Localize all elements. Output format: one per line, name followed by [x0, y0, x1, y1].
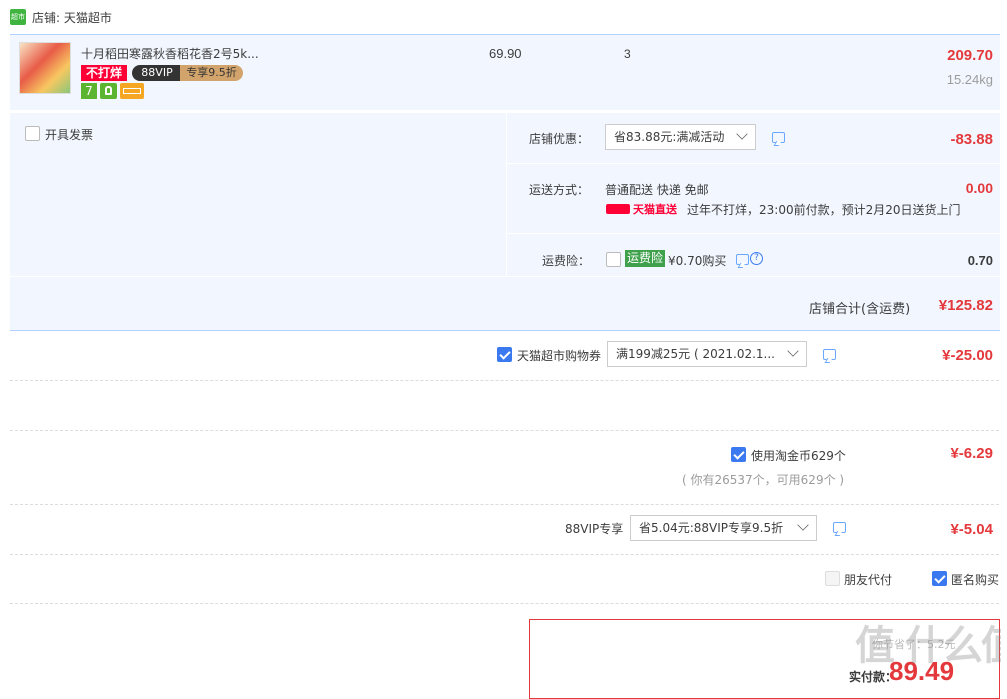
- tmall-logo-icon: [606, 204, 630, 214]
- vip-value: 省5.04元:88VIP专享9.5折: [639, 521, 784, 535]
- friend-pay-checkbox[interactable]: [825, 571, 840, 586]
- coupon-select[interactable]: 满199减25元 ( 2021.02.1...: [607, 341, 807, 367]
- watermark-logo: 值 什么值得买: [855, 623, 1001, 669]
- chevron-down-icon: [797, 519, 809, 531]
- freight-insurance-label: 运费险：: [542, 254, 591, 268]
- vip-label: 88VIP专享: [565, 522, 624, 536]
- options-divider-vertical: [506, 113, 507, 276]
- item-subtotal: 209.70: [947, 47, 993, 64]
- anonymous-label: 匿名购买: [951, 573, 1000, 587]
- message-icon[interactable]: [736, 254, 749, 265]
- seven-day-return-icon: 7: [81, 83, 97, 99]
- coupon-checkbox[interactable]: [497, 347, 512, 362]
- coupon-value: 满199减25元 ( 2021.02.1...: [616, 347, 776, 361]
- shop-discount-value: 省83.88元:满减活动: [614, 130, 725, 144]
- coupon-amount: ¥-25.00: [942, 347, 993, 364]
- invoice-label: 开具发票: [45, 128, 94, 142]
- delivery-method: 普通配送 快递 免邮: [605, 183, 709, 197]
- freight-insurance-badge: 运费险: [625, 250, 666, 267]
- quantity: 3: [624, 47, 631, 61]
- delivery-label: 运送方式：: [529, 183, 590, 197]
- vip-tag: 88VIP: [132, 65, 182, 81]
- divider: [10, 603, 999, 604]
- shop-total-label: 店铺合计(含运费): [809, 302, 911, 317]
- chevron-down-icon: [736, 128, 748, 140]
- tmall-direct-label: 天猫直送: [633, 203, 677, 216]
- message-icon[interactable]: [772, 132, 785, 143]
- freight-insurance-amount: 0.70: [967, 253, 993, 268]
- unit-price: 69.90: [489, 46, 522, 61]
- divider: [10, 554, 999, 555]
- shop-badge-icon: 超市: [10, 9, 26, 25]
- shop-name[interactable]: 店铺: 天猫超市: [32, 9, 112, 26]
- shop-discount-label: 店铺优惠：: [529, 132, 590, 146]
- divider: [507, 163, 1000, 164]
- freight-insurance-price: ¥0.70购买: [668, 254, 727, 268]
- vip-select[interactable]: 省5.04元:88VIP专享9.5折: [630, 515, 817, 541]
- divider: [10, 276, 1000, 277]
- friend-pay-label: 朋友代付: [844, 573, 893, 587]
- chevron-down-icon: [787, 345, 799, 357]
- help-icon[interactable]: ?: [750, 252, 763, 265]
- divider: [10, 380, 999, 381]
- item-weight: 15.24kg: [946, 72, 993, 87]
- vip-amount: ¥-5.04: [950, 521, 993, 538]
- delivery-note: 过年不打烊，23:00前付款，预计2月20日送货上门: [687, 203, 961, 217]
- vip-discount-tag: 专享9.5折: [180, 65, 243, 81]
- product-thumbnail[interactable]: [19, 42, 71, 94]
- coupon-label: 天猫超市购物券: [517, 349, 602, 363]
- delivery-amount: 0.00: [965, 180, 993, 196]
- divider: [507, 233, 1000, 234]
- coins-note: ( 你有26537个，可用629个 ): [682, 473, 845, 487]
- card-icon: [120, 83, 144, 99]
- divider: [10, 430, 999, 431]
- message-icon[interactable]: [823, 349, 836, 360]
- no-close-tag: 不打烊: [81, 65, 127, 81]
- shop-discount-amount: -83.88: [950, 131, 993, 148]
- guarantee-icon: [100, 83, 117, 99]
- product-title[interactable]: 十月稻田寒露秋香稻花香2号5k...: [81, 45, 259, 62]
- shop-discount-select[interactable]: 省83.88元:满减活动: [605, 124, 756, 150]
- shop-total-amount: ¥125.82: [938, 297, 993, 314]
- freight-insurance-checkbox[interactable]: [606, 252, 621, 267]
- coins-label: 使用淘金币629个: [751, 449, 846, 463]
- coins-amount: ¥-6.29: [950, 445, 993, 462]
- message-icon[interactable]: [833, 522, 846, 533]
- divider: [10, 504, 999, 505]
- coins-checkbox[interactable]: [731, 447, 746, 462]
- anonymous-checkbox[interactable]: [932, 571, 947, 586]
- invoice-checkbox[interactable]: [25, 126, 40, 141]
